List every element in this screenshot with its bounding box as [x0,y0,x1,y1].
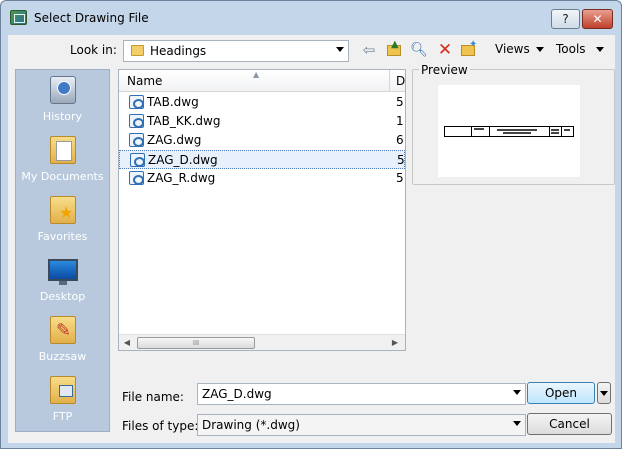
close-button[interactable]: ✕ [582,9,613,29]
place-history[interactable]: History [16,70,109,130]
open-options-button[interactable] [597,382,611,404]
sort-ascending-icon: ▲ [253,70,260,79]
chevron-down-icon[interactable] [513,390,521,395]
file-row[interactable]: TAB.dwg 5 [119,93,405,112]
place-label: FTP [52,410,73,423]
file-date: 5 [396,95,404,109]
preview-image [438,85,580,177]
file-list-header: Name ▲ D [119,70,405,92]
dwg-file-icon [129,95,144,109]
tools-dropdown-icon[interactable] [596,47,604,52]
file-name: TAB_KK.dwg [147,114,221,128]
help-button[interactable]: ? [551,9,580,29]
column-header-date[interactable]: D [396,74,405,88]
place-label: My Documents [21,170,104,183]
file-name: ZAG_R.dwg [147,171,216,185]
files-of-type-label: Files of type: [122,419,199,433]
horizontal-scrollbar[interactable]: ◀ III ▶ [119,334,405,350]
preview-drawing [444,126,574,137]
folder-icon [131,45,144,56]
file-name: TAB.dwg [147,95,199,109]
place-desktop[interactable]: Desktop [16,250,109,310]
file-row[interactable]: ZAG_R.dwg 5 [119,169,405,188]
chevron-down-icon [513,421,521,426]
place-buzzsaw[interactable]: Buzzsaw [16,310,109,370]
file-row-selected[interactable]: ZAG_D.dwg 5 [119,150,405,169]
dwg-file-icon [129,171,144,185]
up-arrow-icon: ▲ [391,39,399,50]
place-label: History [42,110,83,123]
place-label: Favorites [37,230,88,243]
column-header-name[interactable]: Name [127,74,162,88]
file-list[interactable]: Name ▲ D TAB.dwg 5 TAB_KK.dwg 1 ZAG.dwg … [118,69,406,351]
file-date: 5 [397,153,405,167]
delete-button[interactable]: ✕ [435,40,455,60]
views-dropdown-icon[interactable] [536,47,544,52]
file-name-label: File name: [122,390,184,404]
my-documents-icon [50,136,76,164]
places-bar: History My Documents Favorites Desktop B… [15,69,110,432]
file-row[interactable]: TAB_KK.dwg 1 [119,112,405,131]
desktop-icon [48,259,78,285]
place-label: Buzzsaw [38,350,87,363]
window-title: Select Drawing File [34,11,149,25]
search-web-button[interactable]: 🔍︎ [409,40,429,60]
create-new-folder-button[interactable]: ✦ [459,40,479,60]
dwg-file-icon [130,153,145,167]
tools-menu[interactable]: Tools [556,42,586,56]
file-date: 1 [396,114,404,128]
files-of-type-dropdown[interactable]: Drawing (*.dwg) [197,414,526,436]
up-one-level-button[interactable]: ▲ [384,40,404,60]
file-date: 6 [396,133,404,147]
file-date: 5 [396,171,404,185]
back-arrow-icon: ⇦ [362,41,376,59]
ftp-icon [50,376,76,404]
search-icon: 🔍︎ [410,42,428,58]
column-divider[interactable] [389,70,390,92]
scroll-right-icon[interactable]: ▶ [387,335,403,350]
cancel-button[interactable]: Cancel [527,413,612,435]
title-bar: Select Drawing File ? ✕ [1,1,621,35]
views-menu[interactable]: Views [495,42,530,56]
files-of-type-value: Drawing (*.dwg) [202,418,300,432]
chevron-down-icon [336,47,344,52]
file-row[interactable]: ZAG.dwg 6 [119,131,405,150]
dwg-file-icon [129,114,144,128]
chevron-down-icon [600,391,608,396]
favorites-icon [50,196,76,224]
file-name-input[interactable]: ZAG_D.dwg [197,383,526,405]
place-my-documents[interactable]: My Documents [16,130,109,190]
preview-label: Preview [419,63,470,77]
history-icon [50,76,76,104]
look-in-dropdown[interactable]: Headings [123,40,349,62]
place-ftp[interactable]: FTP [16,370,109,430]
open-button[interactable]: Open [527,382,595,404]
file-name: ZAG.dwg [147,133,202,147]
app-icon [10,10,27,25]
look-in-value: Headings [150,44,207,58]
look-in-label: Look in: [70,43,117,57]
buzzsaw-icon [50,316,76,344]
dwg-file-icon [129,133,144,147]
delete-icon: ✕ [437,40,453,60]
scrollbar-thumb[interactable]: III [137,337,255,349]
file-name-value: ZAG_D.dwg [202,387,272,401]
scroll-left-icon[interactable]: ◀ [119,335,135,350]
place-favorites[interactable]: Favorites [16,190,109,250]
sparkle-icon: ✦ [469,39,478,50]
dialog-body: Look in: Headings ⇦ ▲ 🔍︎ ✕ ✦ Views Tools… [8,35,615,443]
file-name: ZAG_D.dwg [148,153,218,167]
select-drawing-file-dialog: Select Drawing File ? ✕ Look in: Heading… [0,0,622,449]
place-label: Desktop [39,290,86,303]
back-button[interactable]: ⇦ [359,40,379,60]
